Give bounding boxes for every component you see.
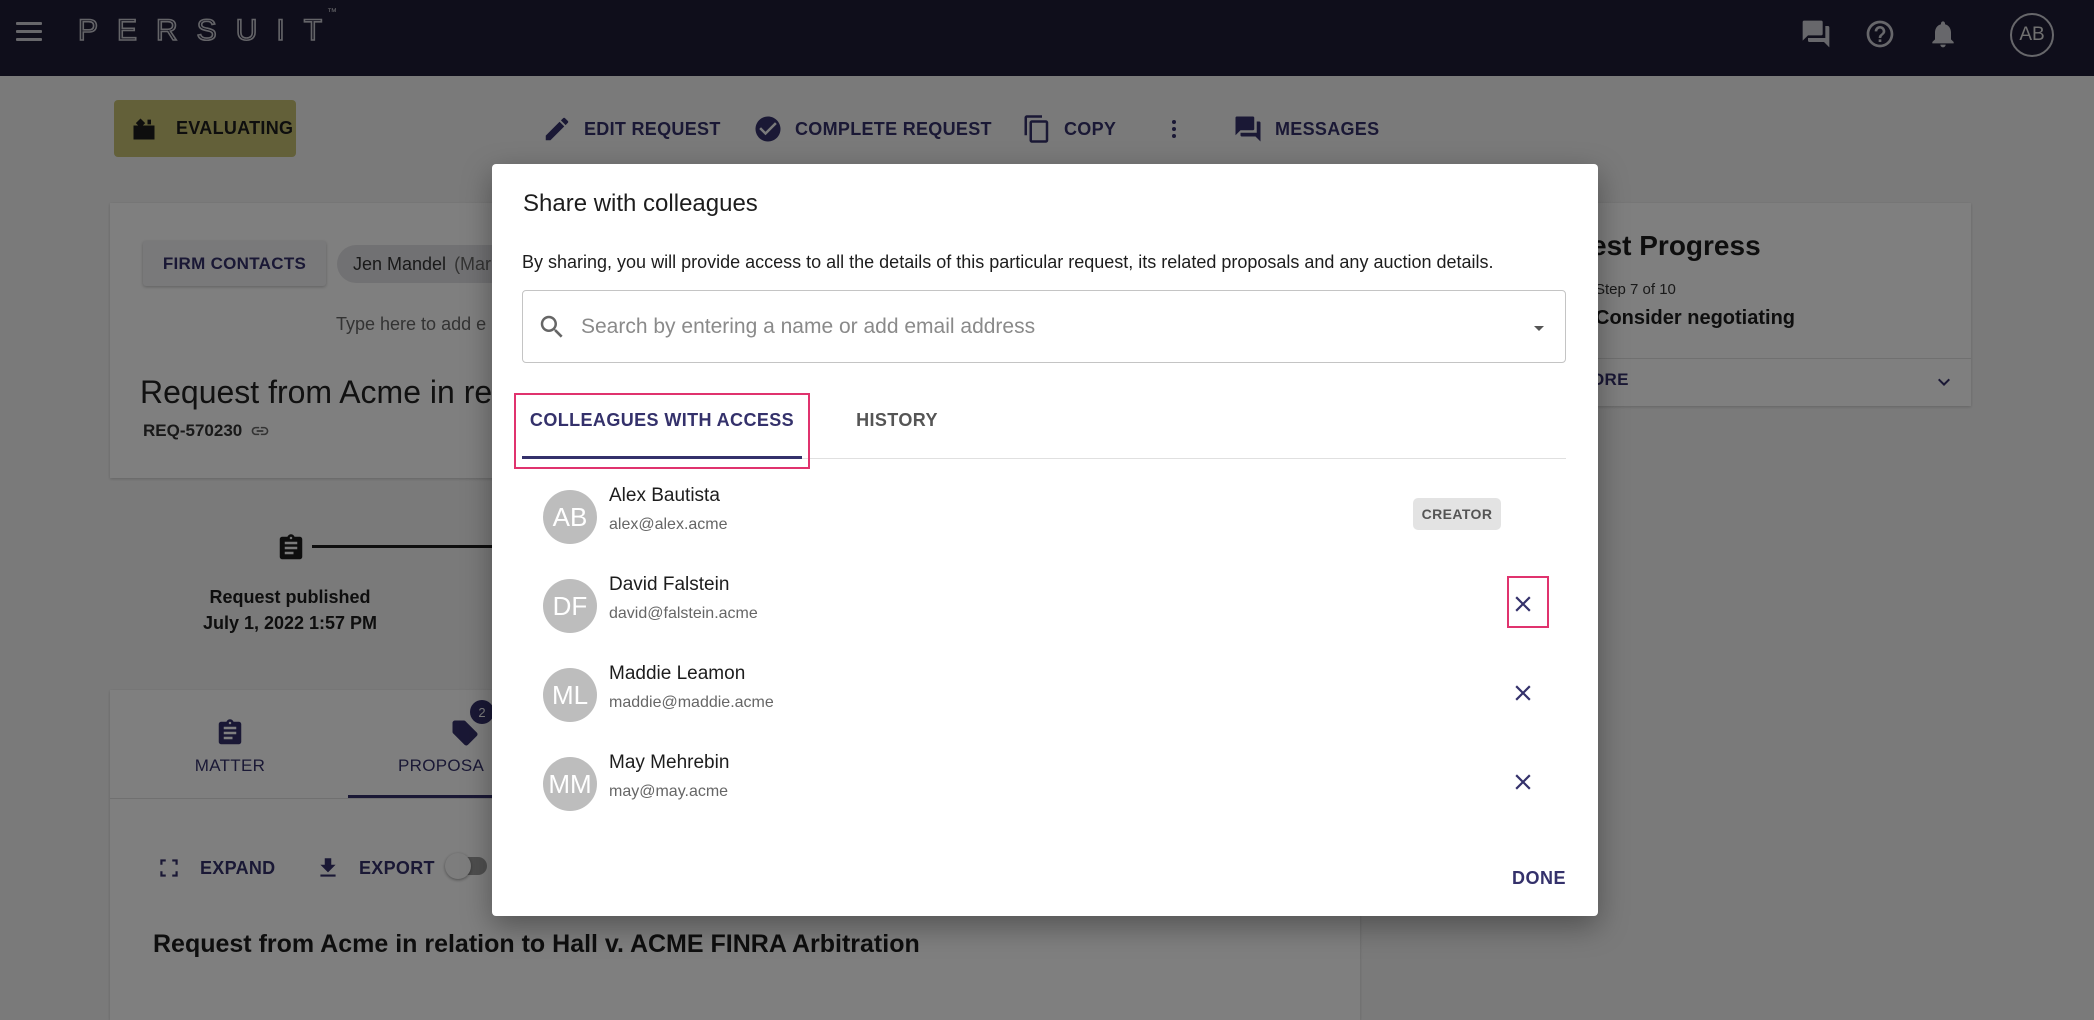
colleague-email: may@may.acme — [609, 783, 729, 800]
avatar: AB — [543, 490, 597, 544]
remove-colleague-button[interactable] — [1505, 764, 1541, 800]
highlight-box-remove — [1507, 576, 1549, 628]
done-button[interactable]: DONE — [1512, 868, 1566, 889]
share-with-colleagues-dialog: Share with colleagues By sharing, you wi… — [492, 164, 1598, 916]
colleague-search-input[interactable] — [581, 309, 1501, 345]
colleague-name: Alex Bautista — [609, 485, 720, 506]
search-icon — [540, 315, 563, 338]
highlight-box-tab — [514, 393, 810, 469]
avatar: ML — [543, 668, 597, 722]
colleague-row: AB Alex Bautista alex@alex.acme CREATOR — [543, 485, 1543, 555]
creator-badge: CREATOR — [1413, 498, 1501, 530]
colleague-name: Maddie Leamon — [609, 663, 746, 684]
remove-colleague-button[interactable] — [1505, 675, 1541, 711]
colleague-email: maddie@maddie.acme — [609, 694, 774, 711]
dialog-description: By sharing, you will provide access to a… — [522, 252, 1494, 272]
colleague-row: MM May Mehrebin may@may.acme — [543, 752, 1543, 822]
close-icon — [1515, 774, 1531, 790]
colleague-row: DF David Falstein david@falstein.acme — [543, 574, 1543, 644]
dialog-title: Share with colleagues — [523, 190, 758, 217]
avatar: DF — [543, 579, 597, 633]
colleague-name: May Mehrebin — [609, 752, 730, 773]
tab-history[interactable]: HISTORY — [832, 392, 962, 448]
colleague-email: alex@alex.acme — [609, 516, 728, 533]
colleague-search-field[interactable] — [522, 290, 1566, 363]
colleague-row: ML Maddie Leamon maddie@maddie.acme — [543, 663, 1543, 733]
avatar: MM — [543, 757, 597, 811]
close-icon — [1515, 685, 1531, 701]
dropdown-arrow-icon[interactable] — [1527, 316, 1551, 340]
colleague-name: David Falstein — [609, 574, 730, 595]
colleague-email: david@falstein.acme — [609, 605, 758, 622]
